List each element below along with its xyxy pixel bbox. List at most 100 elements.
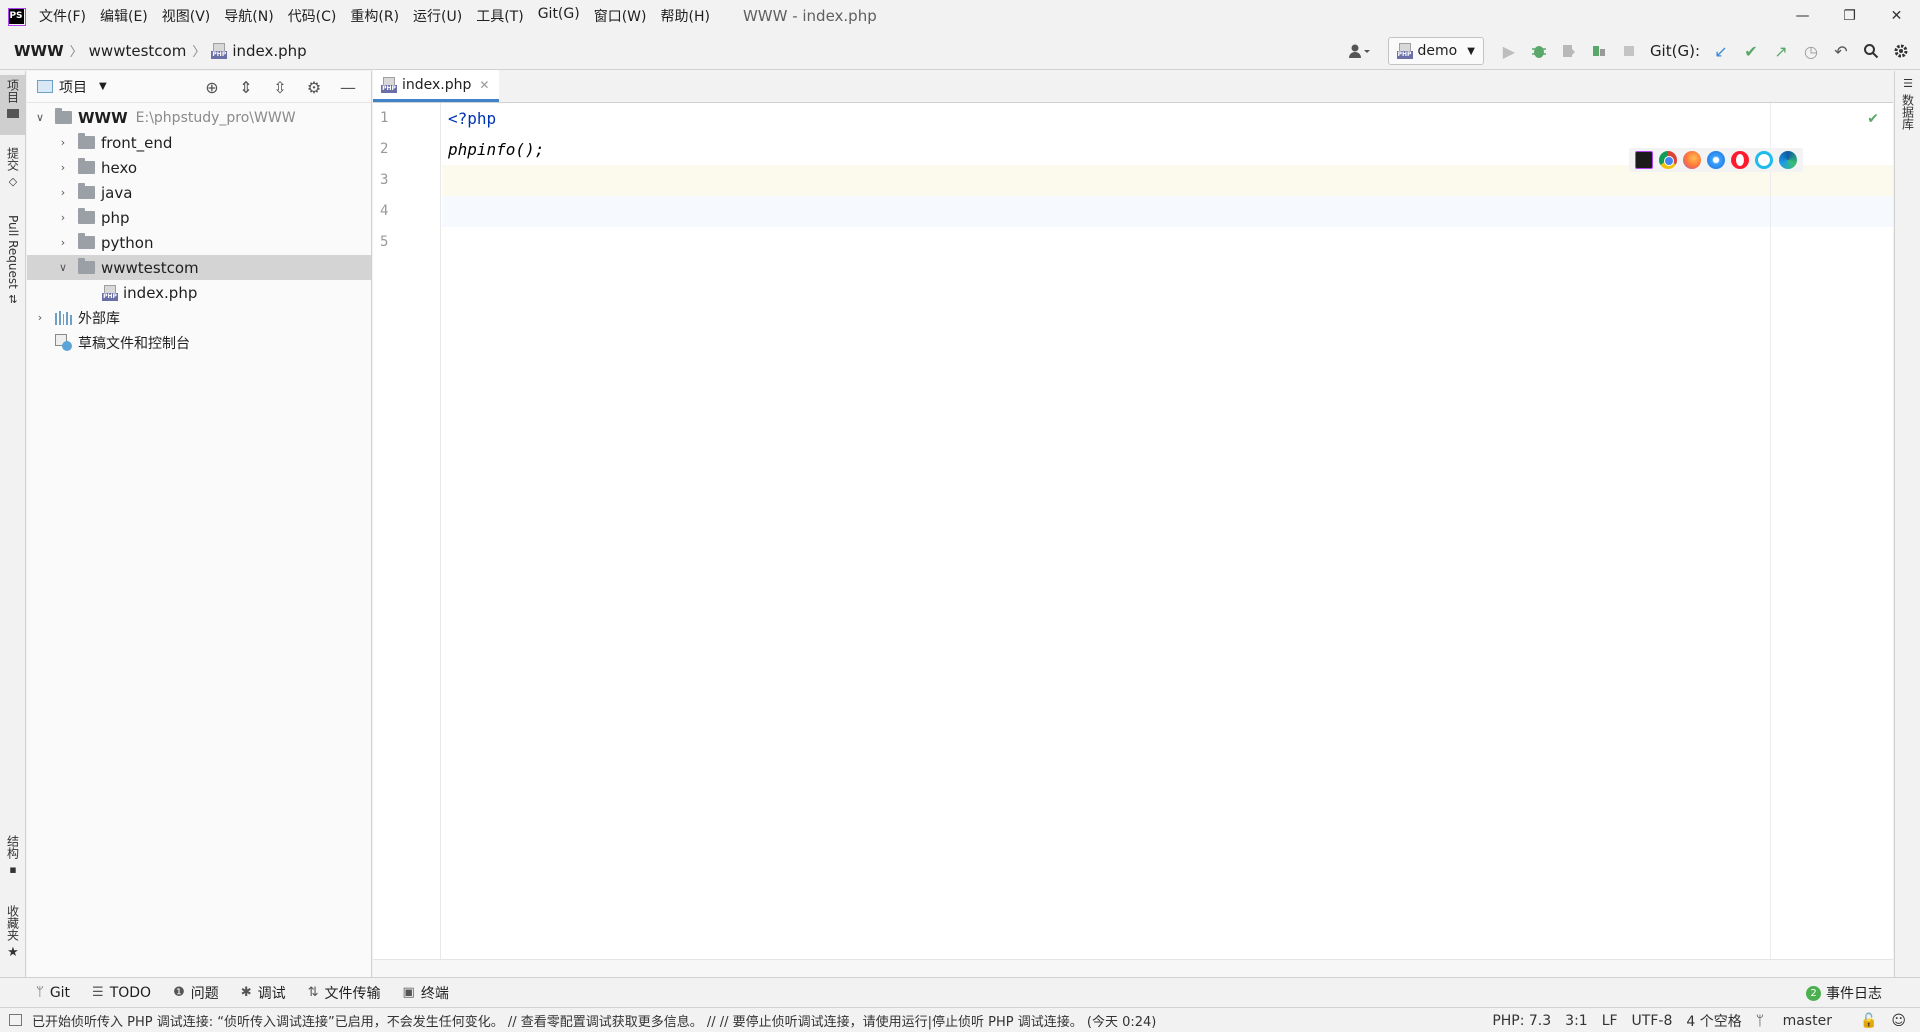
git-branch-label: master	[1782, 1012, 1832, 1029]
chevron-right-icon[interactable]: ›	[33, 311, 47, 324]
tool-tab-structure[interactable]: 结构 ▪	[0, 831, 26, 891]
right-margin-guide	[1770, 103, 1771, 959]
opera-icon[interactable]	[1731, 151, 1749, 169]
code-editor[interactable]: <?php phpinfo();	[442, 103, 1893, 959]
run-configuration-select[interactable]: PHP demo ▼	[1387, 37, 1484, 65]
chevron-right-icon[interactable]: ›	[56, 186, 70, 199]
hide-panel-icon[interactable]: —	[331, 78, 365, 97]
search-icon[interactable]	[1856, 37, 1886, 65]
tool-window-terminal[interactable]: ▣ 终端	[403, 983, 449, 1003]
breadcrumb-folder[interactable]: wwwtestcom	[89, 42, 187, 60]
status-message[interactable]: 已开始侦听传入 PHP 调试连接: “侦听传入调试连接”已启用，不会发生任何变化…	[32, 1011, 1156, 1030]
menu-view[interactable]: 视图(V)	[155, 6, 218, 26]
user-account-icon[interactable]	[1340, 37, 1380, 65]
git-history-icon[interactable]: ◷	[1796, 37, 1826, 65]
git-push-icon[interactable]: ↗	[1766, 37, 1796, 65]
git-rollback-icon[interactable]: ↶	[1826, 37, 1856, 65]
tree-item-index-php[interactable]: PHP index.php	[27, 280, 371, 305]
chevron-right-icon[interactable]: ›	[56, 136, 70, 149]
cursor-position-widget[interactable]: 3:1	[1565, 1013, 1588, 1029]
chevron-right-icon[interactable]: ›	[56, 161, 70, 174]
tool-tab-project[interactable]: 项目	[0, 75, 26, 135]
breadcrumb-file[interactable]: index.php	[232, 42, 306, 60]
tree-item-php[interactable]: › php	[27, 205, 371, 230]
git-update-icon[interactable]: ↙	[1706, 37, 1736, 65]
line-separator-widget[interactable]: LF	[1602, 1013, 1618, 1029]
debug-icon[interactable]	[1524, 37, 1554, 65]
menu-edit[interactable]: 编辑(E)	[93, 6, 155, 26]
tool-window-debug[interactable]: ✱ 调试	[241, 983, 286, 1003]
toggle-tool-windows-icon[interactable]	[9, 1014, 22, 1026]
edge-icon[interactable]	[1779, 151, 1797, 169]
tool-tab-favorites[interactable]: 收藏夹 ★	[0, 901, 26, 971]
function-call: phpinfo();	[448, 140, 545, 159]
menu-file[interactable]: 文件(F)	[32, 6, 93, 26]
close-tab-icon[interactable]: ✕	[479, 78, 489, 92]
tool-window-label: 文件传输	[324, 985, 381, 1002]
menu-code[interactable]: 代码(C)	[281, 6, 344, 26]
tool-window-problems[interactable]: ❶ 问题	[173, 983, 219, 1003]
git-commit-icon[interactable]: ✔	[1736, 37, 1766, 65]
settings-gear-icon[interactable]	[1886, 37, 1916, 65]
tool-window-file-transfer[interactable]: ⇅ 文件传输	[308, 983, 381, 1003]
stop-icon[interactable]	[1614, 37, 1644, 65]
breadcrumb: WWW 〉 wwwtestcom 〉 PHP index.php	[14, 41, 307, 61]
event-log-label: 事件日志	[1826, 986, 1882, 1002]
encoding-widget[interactable]: UTF-8	[1632, 1013, 1673, 1029]
php-version-widget[interactable]: PHP: 7.3	[1492, 1013, 1551, 1029]
tool-window-git[interactable]: ᛘ Git	[36, 985, 70, 1001]
tree-item-front-end[interactable]: › front_end	[27, 130, 371, 155]
project-view-select[interactable]: 项目	[59, 77, 87, 97]
tool-window-label: 终端	[420, 985, 449, 1002]
chevron-down-icon[interactable]: ▼	[99, 81, 107, 92]
collapse-all-icon[interactable]: ⇳	[263, 78, 297, 97]
panel-settings-gear-icon[interactable]: ⚙	[297, 78, 331, 97]
menu-git[interactable]: Git(G)	[531, 6, 587, 26]
breadcrumb-root[interactable]: WWW	[14, 42, 64, 60]
chevron-right-icon[interactable]: ›	[56, 236, 70, 249]
event-log-button[interactable]: 2 事件日志	[1806, 978, 1882, 1008]
chevron-down-icon[interactable]: ∨	[33, 111, 47, 124]
internet-explorer-icon[interactable]	[1755, 151, 1773, 169]
profile-icon[interactable]	[1584, 37, 1614, 65]
menu-run[interactable]: 运行(U)	[406, 6, 469, 26]
tool-tab-commit[interactable]: 提交 ◇	[0, 143, 26, 203]
tree-item-www[interactable]: ∨ WWW E:\phpstudy_pro\WWW	[27, 105, 371, 130]
star-icon: ★	[7, 945, 19, 960]
tool-tab-database[interactable]: ☰ 数据库	[1895, 77, 1920, 157]
tree-item-external-libraries[interactable]: › 外部库	[27, 305, 371, 330]
tree-item-wwwtestcom[interactable]: ∨ wwwtestcom	[27, 255, 371, 280]
tool-window-todo[interactable]: ☰ TODO	[92, 985, 151, 1001]
tree-item-scratches[interactable]: 草稿文件和控制台	[27, 330, 371, 355]
menu-help[interactable]: 帮助(H)	[653, 6, 716, 26]
indent-widget[interactable]: 4 个空格	[1686, 1011, 1741, 1031]
menu-window[interactable]: 窗口(W)	[587, 6, 654, 26]
menu-navigate[interactable]: 导航(N)	[217, 6, 280, 26]
editor-tab-index-php[interactable]: PHP index.php ✕	[373, 70, 500, 102]
chevron-right-icon[interactable]: ›	[56, 211, 70, 224]
close-window-button[interactable]: ✕	[1873, 0, 1920, 32]
locate-file-icon[interactable]: ⊕	[195, 78, 229, 97]
minimize-button[interactable]: —	[1779, 0, 1826, 32]
tree-item-hexo[interactable]: › hexo	[27, 155, 371, 180]
chrome-icon[interactable]	[1659, 151, 1677, 169]
tool-tab-pull-request[interactable]: Pull Request ⇅	[0, 211, 26, 311]
chevron-down-icon[interactable]: ∨	[56, 261, 70, 274]
lock-icon[interactable]: 🔓	[1860, 1013, 1877, 1029]
editor-horizontal-scrollbar[interactable]	[373, 959, 1893, 977]
tree-item-java[interactable]: › java	[27, 180, 371, 205]
phpstorm-browser-icon[interactable]	[1635, 151, 1653, 169]
menu-tools[interactable]: 工具(T)	[469, 6, 530, 26]
firefox-icon[interactable]	[1683, 151, 1701, 169]
tree-item-python[interactable]: › python	[27, 230, 371, 255]
inspection-ok-icon[interactable]: ✔	[1867, 111, 1879, 127]
git-branch-widget[interactable]: ᛘ master	[1756, 1013, 1846, 1029]
restore-button[interactable]: ❐	[1826, 0, 1873, 32]
menu-refactor[interactable]: 重构(R)	[343, 6, 406, 26]
tree-item-label: front_end	[101, 133, 173, 152]
run-icon[interactable]: ▶	[1494, 37, 1524, 65]
expand-all-icon[interactable]: ⇕	[229, 78, 263, 97]
safari-icon[interactable]	[1707, 151, 1725, 169]
inspector-icon[interactable]: ☺	[1891, 1013, 1906, 1029]
coverage-icon[interactable]	[1554, 37, 1584, 65]
